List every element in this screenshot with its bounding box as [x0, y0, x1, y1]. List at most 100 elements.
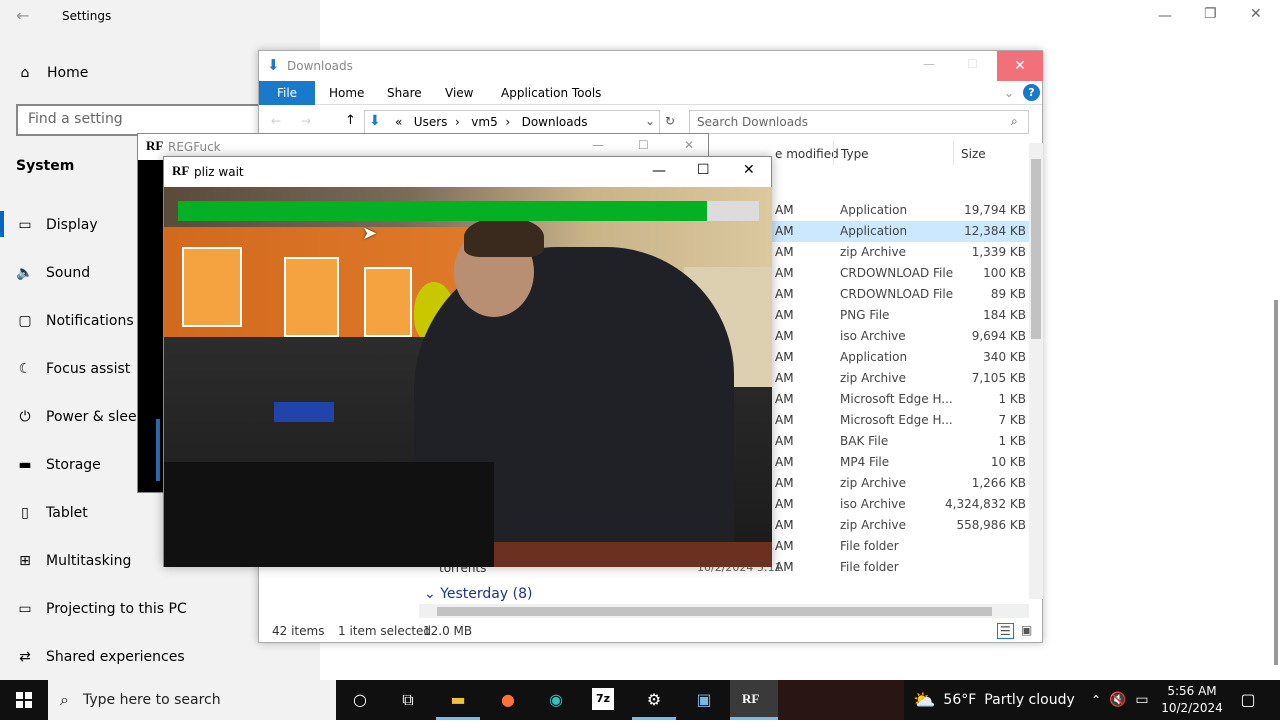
control-panel-icon[interactable]: ▣: [692, 688, 716, 712]
rf-taskbar-button[interactable]: RF: [730, 680, 778, 720]
address-bar[interactable]: ⬇ « Users › vm5 › Downloads ⌄: [364, 110, 660, 134]
rf-logo-icon: RF: [742, 691, 760, 706]
file-type: iso Archive: [840, 497, 906, 511]
file-row[interactable]: AM zip Archive 1,266 KB: [759, 473, 1029, 494]
file-time: AM: [775, 497, 794, 511]
tab-application-tools[interactable]: Application Tools: [501, 86, 601, 100]
breadcrumb-users[interactable]: Users: [414, 115, 448, 129]
7zip-icon[interactable]: 7z: [592, 688, 614, 710]
column-type[interactable]: Type: [841, 147, 869, 161]
file-row[interactable]: AM MP4 File 10 KB: [759, 452, 1029, 473]
breadcrumb-downloads[interactable]: Downloads: [522, 115, 588, 129]
nav-item-shared[interactable]: ⇄ Shared experiences: [16, 645, 185, 669]
weather-widget[interactable]: ⛅ 56°F Partly cloudy: [913, 680, 1075, 720]
vertical-scroll-thumb[interactable]: [1031, 159, 1041, 339]
nav-item-display[interactable]: ▭ Display: [16, 213, 97, 237]
printer-box: [284, 257, 339, 337]
details-view-icon[interactable]: ☰: [997, 623, 1014, 639]
nav-item-tablet[interactable]: ▯ Tablet: [16, 501, 88, 525]
start-button[interactable]: [0, 680, 48, 720]
settings-scrollbar[interactable]: [1274, 300, 1278, 665]
refresh-icon[interactable]: ↻: [665, 114, 675, 128]
file-row[interactable]: AM Microsoft Edge H... 1 KB: [759, 389, 1029, 410]
system-clock[interactable]: 5:56 AM 10/2/2024: [1160, 683, 1224, 717]
volume-muted-icon[interactable]: 🔇: [1106, 688, 1130, 712]
file-row[interactable]: AM Application 340 KB: [759, 347, 1029, 368]
nav-back-icon[interactable]: ←: [271, 114, 281, 128]
file-size: 7 KB: [998, 413, 1026, 427]
nav-item-power-sleep[interactable]: ⏻ Power & sleep: [16, 405, 145, 429]
nav-item-storage[interactable]: ▬ Storage: [16, 453, 100, 477]
settings-close-button[interactable]: ✕: [1250, 6, 1262, 22]
nav-forward-icon[interactable]: →: [301, 114, 311, 128]
ribbon-expand-icon[interactable]: ⌄: [1004, 86, 1014, 100]
file-time: AM: [775, 224, 794, 238]
file-type: zip Archive: [840, 518, 906, 532]
address-dropdown-icon[interactable]: ⌄: [645, 114, 655, 128]
column-date-modified[interactable]: e modified: [775, 147, 839, 161]
pliz-maximize-button[interactable]: ☐: [697, 162, 710, 178]
file-time: AM: [775, 434, 794, 448]
back-arrow-icon[interactable]: ←: [16, 6, 29, 25]
horizontal-scroll-thumb[interactable]: [437, 607, 992, 616]
nav-item-projecting[interactable]: ▭ Projecting to this PC: [16, 597, 186, 621]
file-type: zip Archive: [840, 371, 906, 385]
file-row[interactable]: AM File folder: [759, 557, 1029, 578]
file-row[interactable]: AM CRDOWNLOAD File 100 KB: [759, 263, 1029, 284]
group-header-yesterday[interactable]: ⌄ Yesterday (8): [424, 586, 532, 602]
nav-item-focus-assist[interactable]: ☾ Focus assist: [16, 357, 131, 381]
file-row[interactable]: AM zip Archive 7,105 KB: [759, 368, 1029, 389]
tab-file[interactable]: File: [259, 81, 315, 105]
nav-item-multitasking[interactable]: ⊞ Multitasking: [16, 549, 131, 573]
explorer-titlebar[interactable]: ⬇ Downloads — ☐ ✕: [259, 51, 1043, 81]
regfuck-title: REGFuck: [168, 140, 221, 154]
firefox-icon[interactable]: ●: [496, 688, 520, 712]
shared-icon: ⇄: [19, 649, 31, 665]
notification-center-icon[interactable]: ▢: [1236, 688, 1260, 712]
explorer-close-button[interactable]: ✕: [997, 51, 1043, 81]
large-icons-view-icon[interactable]: ▣: [1021, 623, 1032, 637]
settings-restore-button[interactable]: ❐: [1204, 6, 1217, 22]
file-row[interactable]: AM PNG File 184 KB: [759, 305, 1029, 326]
regfuck-close-button[interactable]: ✕: [684, 138, 694, 152]
tab-share[interactable]: Share: [387, 86, 422, 100]
help-icon[interactable]: ?: [1023, 84, 1040, 101]
file-row[interactable]: AM zip Archive 558,986 KB: [759, 515, 1029, 536]
file-row[interactable]: AM iso Archive 9,694 KB: [759, 326, 1029, 347]
regfuck-maximize-button[interactable]: ☐: [638, 138, 649, 152]
file-row[interactable]: AM Microsoft Edge H... 7 KB: [759, 410, 1029, 431]
tray-chevron-icon[interactable]: ⌃: [1084, 688, 1108, 712]
file-row[interactable]: AM CRDOWNLOAD File 89 KB: [759, 284, 1029, 305]
explorer-minimize-button[interactable]: —: [923, 57, 935, 71]
file-row[interactable]: AM Application 19,794 KB: [759, 200, 1029, 221]
file-row[interactable]: AM zip Archive 1,339 KB: [759, 242, 1029, 263]
file-row[interactable]: AM BAK File 1 KB: [759, 431, 1029, 452]
file-row[interactable]: AM Application 12,384 KB: [759, 221, 1029, 242]
column-size[interactable]: Size: [961, 147, 986, 161]
pliz-close-button[interactable]: ✕: [743, 162, 755, 178]
file-explorer-icon[interactable]: ▬: [446, 688, 470, 712]
settings-gear-icon[interactable]: ⚙: [642, 688, 666, 712]
cortana-icon[interactable]: ○: [348, 688, 372, 712]
search-downloads-input[interactable]: Search Downloads: [689, 110, 1029, 134]
regfuck-minimize-button[interactable]: —: [592, 138, 604, 152]
video-frame: [164, 187, 772, 567]
file-time: AM: [775, 476, 794, 490]
taskbar-search[interactable]: ⌕ Type here to search: [48, 680, 336, 720]
nav-item-sound[interactable]: 🔈 Sound: [16, 261, 90, 285]
file-row[interactable]: AM iso Archive 4,324,832 KB: [759, 494, 1029, 515]
pliz-minimize-button[interactable]: —: [652, 163, 666, 179]
file-row[interactable]: AM File folder: [759, 536, 1029, 557]
settings-minimize-button[interactable]: —: [1158, 8, 1172, 24]
edge-icon[interactable]: ◉: [544, 688, 568, 712]
tab-view[interactable]: View: [445, 86, 473, 100]
network-icon[interactable]: ▭: [1130, 688, 1154, 712]
nav-up-icon[interactable]: ↑: [345, 113, 356, 128]
explorer-maximize-button[interactable]: ☐: [967, 57, 978, 71]
tab-home[interactable]: Home: [329, 86, 364, 100]
nav-home[interactable]: ⌂ Home: [16, 62, 89, 84]
nav-item-notifications[interactable]: ▢ Notifications &: [16, 309, 149, 333]
status-size: 12.0 MB: [423, 624, 473, 638]
breadcrumb-vm5[interactable]: vm5: [471, 115, 497, 129]
task-view-icon[interactable]: ⧉: [396, 688, 420, 712]
